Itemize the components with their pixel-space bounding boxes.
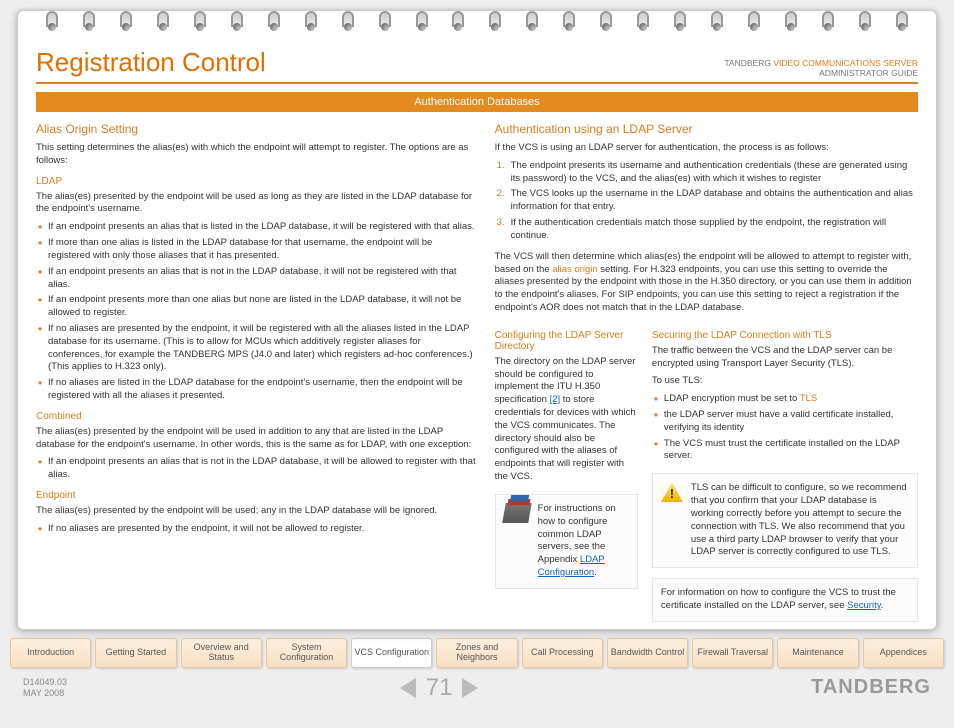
- tab-maintenance[interactable]: Maintenance: [777, 638, 858, 668]
- intro-text: This setting determines the alias(es) wi…: [36, 142, 477, 168]
- tls-text-2: To use TLS:: [652, 375, 918, 388]
- heading-ldap: LDAP: [36, 176, 477, 187]
- ldap-text: The alias(es) presented by the endpoint …: [36, 191, 477, 217]
- tab-vcs-configuration[interactable]: VCS Configuration: [351, 638, 432, 668]
- tab-bandwidth-control[interactable]: Bandwidth Control: [607, 638, 688, 668]
- list-item: If an endpoint presents more than one al…: [38, 294, 477, 320]
- tls-list: LDAP encryption must be set to TLS the L…: [652, 393, 918, 463]
- tls-text-1: The traffic between the VCS and the LDAP…: [652, 345, 918, 371]
- list-item: If the authentication credentials match …: [497, 217, 918, 243]
- note-box-tls-warning: TLS can be difficult to configure, so we…: [652, 473, 918, 568]
- spiral-binding: [36, 7, 918, 37]
- note-box-ldap-config: For instructions on how to configure com…: [495, 494, 638, 589]
- left-column: Alias Origin Setting This setting determ…: [36, 122, 477, 622]
- endpoint-list: If no aliases are presented by the endpo…: [36, 523, 477, 536]
- heading-combined: Combined: [36, 411, 477, 422]
- tab-zones-and-neighbors[interactable]: Zones and Neighbors: [436, 638, 517, 668]
- page-title: Registration Control: [36, 47, 266, 78]
- list-item: If an endpoint presents an alias that is…: [38, 456, 477, 482]
- heading-endpoint: Endpoint: [36, 490, 477, 501]
- heading-config-ldap: Configuring the LDAP Server Directory: [495, 330, 638, 352]
- footer-docinfo: D14049.03 MAY 2008: [23, 677, 67, 699]
- next-page-arrow[interactable]: [462, 678, 478, 698]
- list-item: If no aliases are presented by the endpo…: [38, 523, 477, 536]
- tab-getting-started[interactable]: Getting Started: [95, 638, 176, 668]
- combined-list: If an endpoint presents an alias that is…: [36, 456, 477, 482]
- pager: 71: [400, 674, 479, 702]
- ref-link[interactable]: [2]: [550, 394, 561, 405]
- page-header: Registration Control TANDBERG VIDEO COMM…: [36, 41, 918, 84]
- tab-system-configuration[interactable]: System Configuration: [266, 638, 347, 668]
- guide-label: TANDBERG VIDEO COMMUNICATIONS SERVER ADM…: [724, 58, 918, 78]
- endpoint-text: The alias(es) presented by the endpoint …: [36, 505, 477, 518]
- list-item: The VCS looks up the username in the LDA…: [497, 188, 918, 214]
- sub-left-column: Configuring the LDAP Server Directory Th…: [495, 330, 638, 622]
- list-item: the LDAP server must have a valid certif…: [654, 409, 918, 435]
- sub-columns: Configuring the LDAP Server Directory Th…: [495, 330, 918, 622]
- auth-post-text: The VCS will then determine which alias(…: [495, 251, 918, 315]
- content-columns: Alias Origin Setting This setting determ…: [36, 122, 918, 622]
- tab-overview-and-status[interactable]: Overview and Status: [181, 638, 262, 668]
- list-item: If no aliases are presented by the endpo…: [38, 323, 477, 374]
- nav-tabs: IntroductionGetting StartedOverview and …: [10, 638, 944, 668]
- tab-firewall-traversal[interactable]: Firewall Traversal: [692, 638, 773, 668]
- heading-alias-origin: Alias Origin Setting: [36, 122, 477, 136]
- list-item: The endpoint presents its username and a…: [497, 160, 918, 186]
- config-ldap-text: The directory on the LDAP server should …: [495, 356, 638, 484]
- section-bar: Authentication Databases: [36, 92, 918, 112]
- auth-steps: The endpoint presents its username and a…: [495, 160, 918, 246]
- list-item: If no aliases are listed in the LDAP dat…: [38, 377, 477, 403]
- right-column: Authentication using an LDAP Server If t…: [495, 122, 918, 622]
- list-item: If an endpoint presents an alias that is…: [38, 266, 477, 292]
- ldap-list: If an endpoint presents an alias that is…: [36, 221, 477, 403]
- list-item: LDAP encryption must be set to TLS: [654, 393, 918, 406]
- warning-icon: [661, 482, 683, 502]
- list-item: The VCS must trust the certificate insta…: [654, 438, 918, 464]
- list-item: If an endpoint presents an alias that is…: [38, 221, 477, 234]
- page-footer: D14049.03 MAY 2008 71 TANDBERG: [17, 674, 937, 702]
- tab-appendices[interactable]: Appendices: [863, 638, 944, 668]
- tab-call-processing[interactable]: Call Processing: [522, 638, 603, 668]
- alias-origin-link[interactable]: alias origin: [552, 264, 597, 275]
- security-link[interactable]: Security: [847, 600, 881, 611]
- tab-introduction[interactable]: Introduction: [10, 638, 91, 668]
- auth-intro: If the VCS is using an LDAP server for a…: [495, 142, 918, 155]
- document-page: Registration Control TANDBERG VIDEO COMM…: [17, 10, 937, 630]
- heading-auth-ldap: Authentication using an LDAP Server: [495, 122, 918, 136]
- combined-text: The alias(es) presented by the endpoint …: [36, 426, 477, 452]
- page-number: 71: [426, 674, 453, 702]
- heading-tls: Securing the LDAP Connection with TLS: [652, 330, 918, 341]
- brand-logo: TANDBERG: [811, 676, 931, 699]
- list-item: If more than one alias is listed in the …: [38, 237, 477, 263]
- note-box-security: For information on how to configure the …: [652, 578, 918, 622]
- books-icon: [502, 503, 532, 523]
- sub-right-column: Securing the LDAP Connection with TLS Th…: [652, 330, 918, 622]
- tls-link[interactable]: TLS: [800, 393, 817, 404]
- prev-page-arrow[interactable]: [400, 678, 416, 698]
